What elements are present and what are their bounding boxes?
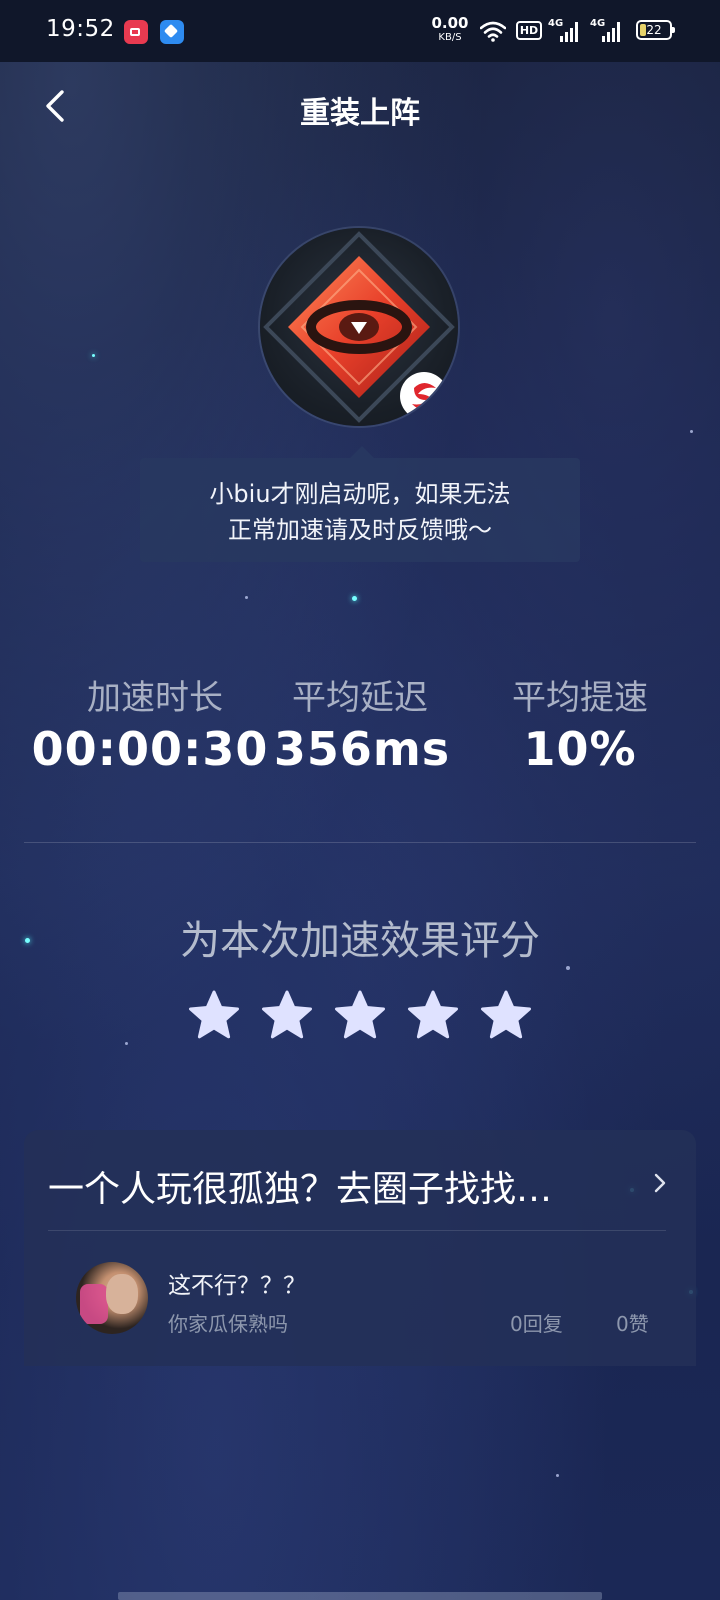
rating-star-3[interactable] bbox=[332, 988, 388, 1044]
post-title[interactable]: 这不行？？？ bbox=[168, 1266, 306, 1300]
rating-title: 为本次加速效果评分 bbox=[180, 918, 540, 964]
hd-voice-icon: HD bbox=[516, 21, 542, 40]
background-star bbox=[556, 1474, 559, 1477]
post-replies: 0回复 bbox=[510, 1312, 563, 1336]
messenger-app-icon bbox=[160, 20, 184, 44]
community-title: 一个人玩很孤独？去圈子找找… bbox=[48, 1169, 553, 1210]
signal-2-label: 4G bbox=[590, 18, 606, 29]
tip-line-1: 小biu才刚启动呢，如果无法 bbox=[209, 480, 511, 508]
rating-star-4[interactable] bbox=[405, 988, 461, 1044]
background-star bbox=[690, 430, 693, 433]
stat-value-duration: 00:00:30 bbox=[31, 722, 269, 776]
post-subtitle: 你家瓜保熟吗 bbox=[168, 1312, 288, 1336]
rating-star-2[interactable] bbox=[259, 988, 315, 1044]
network-speed-unit: KB/S bbox=[438, 32, 462, 43]
battery-level: 22 bbox=[646, 23, 662, 37]
rating-star-1[interactable] bbox=[186, 988, 242, 1044]
page-title: 重装上阵 bbox=[300, 96, 420, 131]
post-likes: 0赞 bbox=[616, 1312, 649, 1336]
background-star bbox=[245, 596, 248, 599]
battery-icon: 22 bbox=[636, 20, 675, 40]
background-star bbox=[125, 1042, 128, 1045]
status-bar: 19:52 0.00 KB/S HD 4G 4G 22 bbox=[0, 0, 720, 62]
section-divider bbox=[24, 842, 696, 843]
stat-value-boost: 10% bbox=[523, 722, 637, 776]
chevron-right-icon[interactable] bbox=[650, 1170, 670, 1196]
wifi-icon bbox=[480, 21, 506, 42]
stat-value-latency: 356ms bbox=[273, 722, 451, 776]
card-divider bbox=[48, 1230, 666, 1231]
home-indicator[interactable] bbox=[118, 1592, 602, 1600]
background-star bbox=[566, 966, 570, 970]
tip-bubble: 小biu才刚启动呢，如果无法 正常加速请及时反馈哦～ bbox=[140, 446, 580, 562]
avatar[interactable] bbox=[76, 1262, 148, 1334]
network-speed-value: 0.00 bbox=[431, 14, 469, 32]
signal-1-label: 4G bbox=[548, 18, 564, 29]
network-speed: 0.00 KB/S bbox=[430, 16, 470, 43]
video-app-icon bbox=[124, 20, 148, 44]
tip-text: 小biu才刚启动呢，如果无法 正常加速请及时反馈哦～ bbox=[140, 476, 580, 548]
tip-line-2: 正常加速请及时反馈哦～ bbox=[228, 516, 492, 544]
background-star bbox=[92, 354, 95, 357]
signal-4g-icon: 4G bbox=[590, 18, 622, 44]
status-time: 19:52 bbox=[46, 16, 115, 42]
stat-label-duration: 加速时长 bbox=[87, 678, 223, 718]
netease-badge-icon bbox=[400, 372, 448, 420]
community-card[interactable]: 一个人玩很孤独？去圈子找找… 这不行？？？ 你家瓜保熟吗 0回复 0赞 bbox=[24, 1130, 696, 1366]
rating-stars bbox=[186, 988, 536, 1044]
stat-label-boost: 平均提速 bbox=[512, 678, 648, 718]
rating-star-5[interactable] bbox=[478, 988, 534, 1044]
game-logo bbox=[260, 228, 458, 426]
background-star bbox=[352, 596, 357, 601]
stat-label-latency: 平均延迟 bbox=[292, 678, 428, 718]
signal-4g-icon: 4G bbox=[548, 18, 580, 44]
